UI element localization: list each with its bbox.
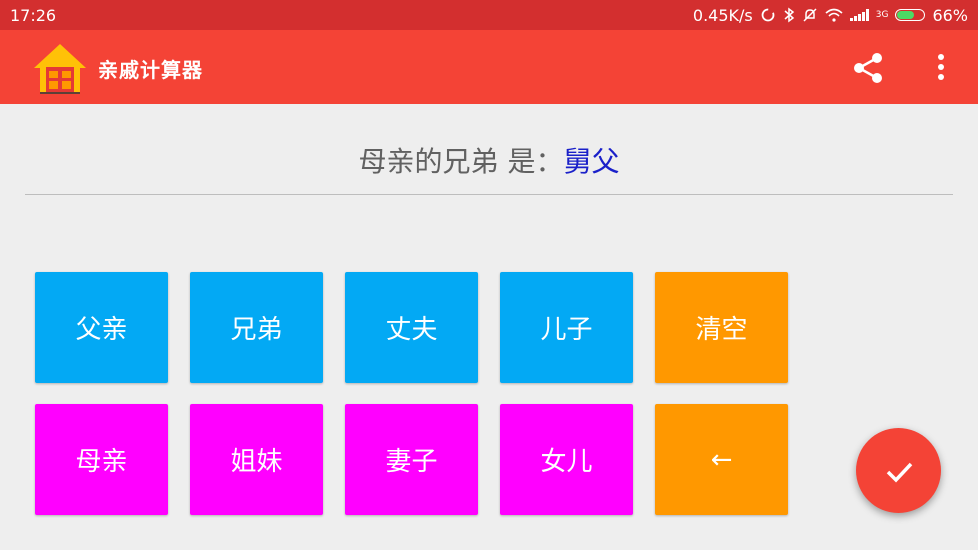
more-vert-icon[interactable] xyxy=(928,50,954,86)
mother-key[interactable]: 母亲 xyxy=(35,404,168,515)
app-bar: 亲戚计算器 xyxy=(0,30,978,104)
mute-icon xyxy=(803,8,817,22)
bluetooth-icon xyxy=(784,7,794,23)
status-bar: 17:26 0.45K/s 3G 66% xyxy=(0,0,978,30)
sync-icon xyxy=(761,8,775,22)
battery-percent: 66% xyxy=(932,5,968,25)
husband-key[interactable]: 丈夫 xyxy=(345,272,478,383)
clear-key[interactable]: 清空 xyxy=(655,272,788,383)
wife-key[interactable]: 妻子 xyxy=(345,404,478,515)
wifi-icon xyxy=(825,8,843,22)
signal-icon xyxy=(849,9,869,21)
app-title: 亲戚计算器 xyxy=(98,58,203,82)
father-key[interactable]: 父亲 xyxy=(35,272,168,383)
sister-key[interactable]: 姐妹 xyxy=(190,404,323,515)
signal-type: 3G xyxy=(875,9,889,20)
son-key[interactable]: 儿子 xyxy=(500,272,633,383)
confirm-fab[interactable] xyxy=(856,428,941,513)
brother-key[interactable]: 兄弟 xyxy=(190,272,323,383)
daughter-key[interactable]: 女儿 xyxy=(500,404,633,515)
backspace-key[interactable]: ← xyxy=(655,404,788,515)
result-answer: 舅父 xyxy=(563,145,620,178)
result-query: 母亲的兄弟 xyxy=(358,145,499,178)
battery-icon xyxy=(895,9,926,21)
check-icon xyxy=(886,462,912,483)
house-logo-icon xyxy=(34,44,86,94)
share-icon[interactable] xyxy=(850,50,886,86)
result-display: 母亲的兄弟 是：舅父 xyxy=(0,140,978,180)
result-separator: 是： xyxy=(498,145,564,178)
status-time: 17:26 xyxy=(10,5,57,25)
result-divider xyxy=(25,194,953,195)
network-speed: 0.45K/s xyxy=(692,5,753,25)
status-indicators: 0.45K/s 3G 66% xyxy=(693,6,968,25)
